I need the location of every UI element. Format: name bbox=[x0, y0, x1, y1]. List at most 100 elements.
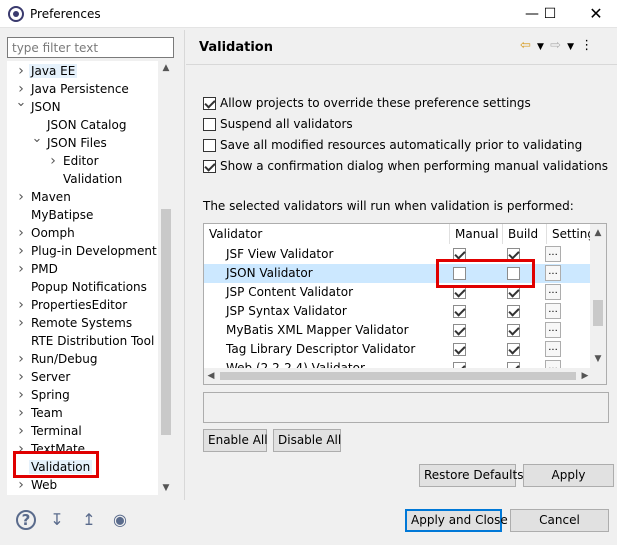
more-options-icon[interactable]: ⋮ bbox=[580, 38, 593, 53]
scroll-up-icon[interactable]: ▲ bbox=[158, 61, 174, 75]
chevron-right-icon[interactable]: › bbox=[47, 152, 59, 170]
tree-item[interactable]: ⌄ JSON Files bbox=[32, 131, 109, 152]
tree-item-label: RTE Distribution Tool bbox=[31, 334, 155, 348]
apply-button[interactable]: Apply bbox=[523, 464, 614, 487]
chevron-right-icon[interactable]: › bbox=[15, 314, 27, 332]
scroll-left-icon[interactable]: ◀ bbox=[204, 368, 218, 384]
help-icon[interactable]: ? bbox=[16, 510, 36, 530]
apply-and-close-button[interactable]: Apply and Close bbox=[405, 509, 508, 532]
manual-checkbox[interactable] bbox=[453, 324, 466, 337]
option-checkbox-row[interactable]: Allow projects to override these prefere… bbox=[203, 94, 531, 112]
chevron-down-icon[interactable]: ⌄ bbox=[31, 130, 43, 148]
chevron-right-icon[interactable]: › bbox=[15, 422, 27, 440]
back-menu-icon[interactable]: ▼ bbox=[537, 42, 544, 52]
tree-item[interactable]: › Run/Debug bbox=[18, 350, 100, 368]
filter-input[interactable] bbox=[7, 37, 174, 58]
tree-item[interactable]: Validation bbox=[61, 170, 124, 188]
tree-item[interactable]: › PMD bbox=[18, 260, 60, 278]
tree-item[interactable]: RTE Distribution Tool bbox=[29, 332, 156, 350]
option-checkbox-row[interactable]: Show a confirmation dialog when performi… bbox=[203, 157, 608, 175]
option-checkbox[interactable] bbox=[203, 117, 216, 131]
chevron-right-icon[interactable]: › bbox=[15, 188, 27, 206]
scroll-down-icon[interactable]: ▼ bbox=[158, 481, 174, 495]
settings-button[interactable]: ... bbox=[545, 322, 561, 338]
option-checkbox-row[interactable]: Save all modified resources automaticall… bbox=[203, 136, 582, 154]
tree-item[interactable]: › Team bbox=[18, 404, 65, 422]
table-vertical-scrollbar[interactable]: ▲ ▼ bbox=[590, 224, 606, 384]
option-checkbox-row[interactable]: Suspend all validators bbox=[203, 115, 353, 133]
scroll-right-icon[interactable]: ▶ bbox=[578, 368, 592, 384]
tree-item[interactable]: ⌄ JSON bbox=[16, 95, 63, 116]
tree-scroll-thumb[interactable] bbox=[161, 209, 171, 435]
chevron-right-icon[interactable]: › bbox=[15, 386, 27, 404]
disable-all-button[interactable]: Disable All bbox=[273, 429, 341, 452]
tree-item[interactable]: Popup Notifications bbox=[29, 278, 149, 296]
maximize-icon[interactable]: ☐ bbox=[540, 4, 560, 24]
preference-tree[interactable]: › Java EE › Java Persistence ⌄ JSON JSON Catal… bbox=[7, 61, 174, 495]
close-icon[interactable]: ✕ bbox=[586, 4, 606, 24]
settings-button[interactable]: ... bbox=[545, 341, 561, 357]
table-scroll-thumb[interactable] bbox=[593, 300, 603, 326]
tree-item[interactable]: › Plug-in Development bbox=[18, 242, 159, 260]
tree-item[interactable]: › PropertiesEditor bbox=[18, 296, 129, 314]
manual-checkbox[interactable] bbox=[453, 343, 466, 356]
settings-button[interactable]: ... bbox=[545, 265, 561, 281]
table-row[interactable]: MyBatis XML Mapper Validator... bbox=[204, 321, 592, 340]
option-label: Allow projects to override these prefere… bbox=[220, 96, 531, 110]
table-row[interactable]: JSP Syntax Validator... bbox=[204, 302, 592, 321]
chevron-right-icon[interactable]: › bbox=[15, 260, 27, 278]
manual-checkbox[interactable] bbox=[453, 305, 466, 318]
tree-item[interactable]: › Remote Systems bbox=[18, 314, 134, 332]
tree-item[interactable]: › Maven bbox=[18, 188, 73, 206]
minimize-icon[interactable]: — bbox=[522, 4, 542, 24]
import-icon[interactable]: ↧ bbox=[47, 510, 67, 530]
chevron-right-icon[interactable]: › bbox=[15, 404, 27, 422]
table-horizontal-scrollbar[interactable]: ◀ ▶ bbox=[204, 368, 592, 384]
chevron-right-icon[interactable]: › bbox=[15, 350, 27, 368]
forward-icon[interactable]: ⇨ bbox=[550, 38, 561, 53]
restore-defaults-button[interactable]: Restore Defaults bbox=[419, 464, 523, 487]
chevron-right-icon[interactable]: › bbox=[15, 296, 27, 314]
record-icon[interactable]: ◉ bbox=[110, 510, 130, 530]
tree-item[interactable]: › Spring bbox=[18, 386, 72, 404]
table-hscroll-thumb[interactable] bbox=[220, 372, 576, 380]
validator-table: Validator Manual Build Settings JSF View… bbox=[203, 223, 607, 385]
column-header-build[interactable]: Build bbox=[503, 224, 547, 244]
tree-item[interactable]: › Web bbox=[18, 476, 59, 494]
enable-all-button[interactable]: Enable All bbox=[203, 429, 268, 452]
tree-item[interactable]: MyBatipse bbox=[29, 206, 95, 224]
tree-item[interactable]: › Oomph bbox=[18, 224, 77, 242]
scroll-down-icon[interactable]: ▼ bbox=[590, 352, 606, 366]
column-header-settings[interactable]: Settings bbox=[547, 224, 592, 244]
forward-menu-icon[interactable]: ▼ bbox=[567, 42, 574, 52]
export-icon[interactable]: ↥ bbox=[79, 510, 99, 530]
tree-item[interactable]: › Server bbox=[18, 368, 72, 386]
chevron-right-icon[interactable]: › bbox=[15, 476, 27, 494]
option-checkbox[interactable] bbox=[203, 159, 216, 173]
chevron-right-icon[interactable]: › bbox=[15, 368, 27, 386]
tree-scrollbar[interactable]: ▲ ▼ bbox=[158, 61, 174, 495]
settings-button[interactable]: ... bbox=[545, 246, 561, 262]
tree-item[interactable]: › Java EE bbox=[18, 62, 78, 80]
table-row[interactable]: Tag Library Descriptor Validator... bbox=[204, 340, 592, 359]
column-header-manual[interactable]: Manual bbox=[450, 224, 503, 244]
build-checkbox[interactable] bbox=[507, 343, 520, 356]
chevron-right-icon[interactable]: › bbox=[15, 224, 27, 242]
tree-item[interactable]: › Editor bbox=[50, 152, 101, 170]
settings-button[interactable]: ... bbox=[545, 303, 561, 319]
build-checkbox[interactable] bbox=[507, 305, 520, 318]
tree-item[interactable]: › Terminal bbox=[18, 422, 84, 440]
cancel-button[interactable]: Cancel bbox=[510, 509, 609, 532]
tree-item[interactable]: › Java Persistence bbox=[18, 80, 131, 98]
tree-item[interactable]: JSON Catalog bbox=[45, 116, 128, 134]
back-icon[interactable]: ⇦ bbox=[520, 38, 531, 53]
chevron-down-icon[interactable]: ⌄ bbox=[15, 94, 27, 112]
build-checkbox[interactable] bbox=[507, 324, 520, 337]
scroll-up-icon[interactable]: ▲ bbox=[590, 226, 606, 240]
settings-button[interactable]: ... bbox=[545, 284, 561, 300]
chevron-right-icon[interactable]: › bbox=[15, 62, 27, 80]
column-header-validator[interactable]: Validator bbox=[204, 224, 450, 244]
chevron-right-icon[interactable]: › bbox=[15, 242, 27, 260]
option-checkbox[interactable] bbox=[203, 96, 216, 110]
option-checkbox[interactable] bbox=[203, 138, 216, 152]
